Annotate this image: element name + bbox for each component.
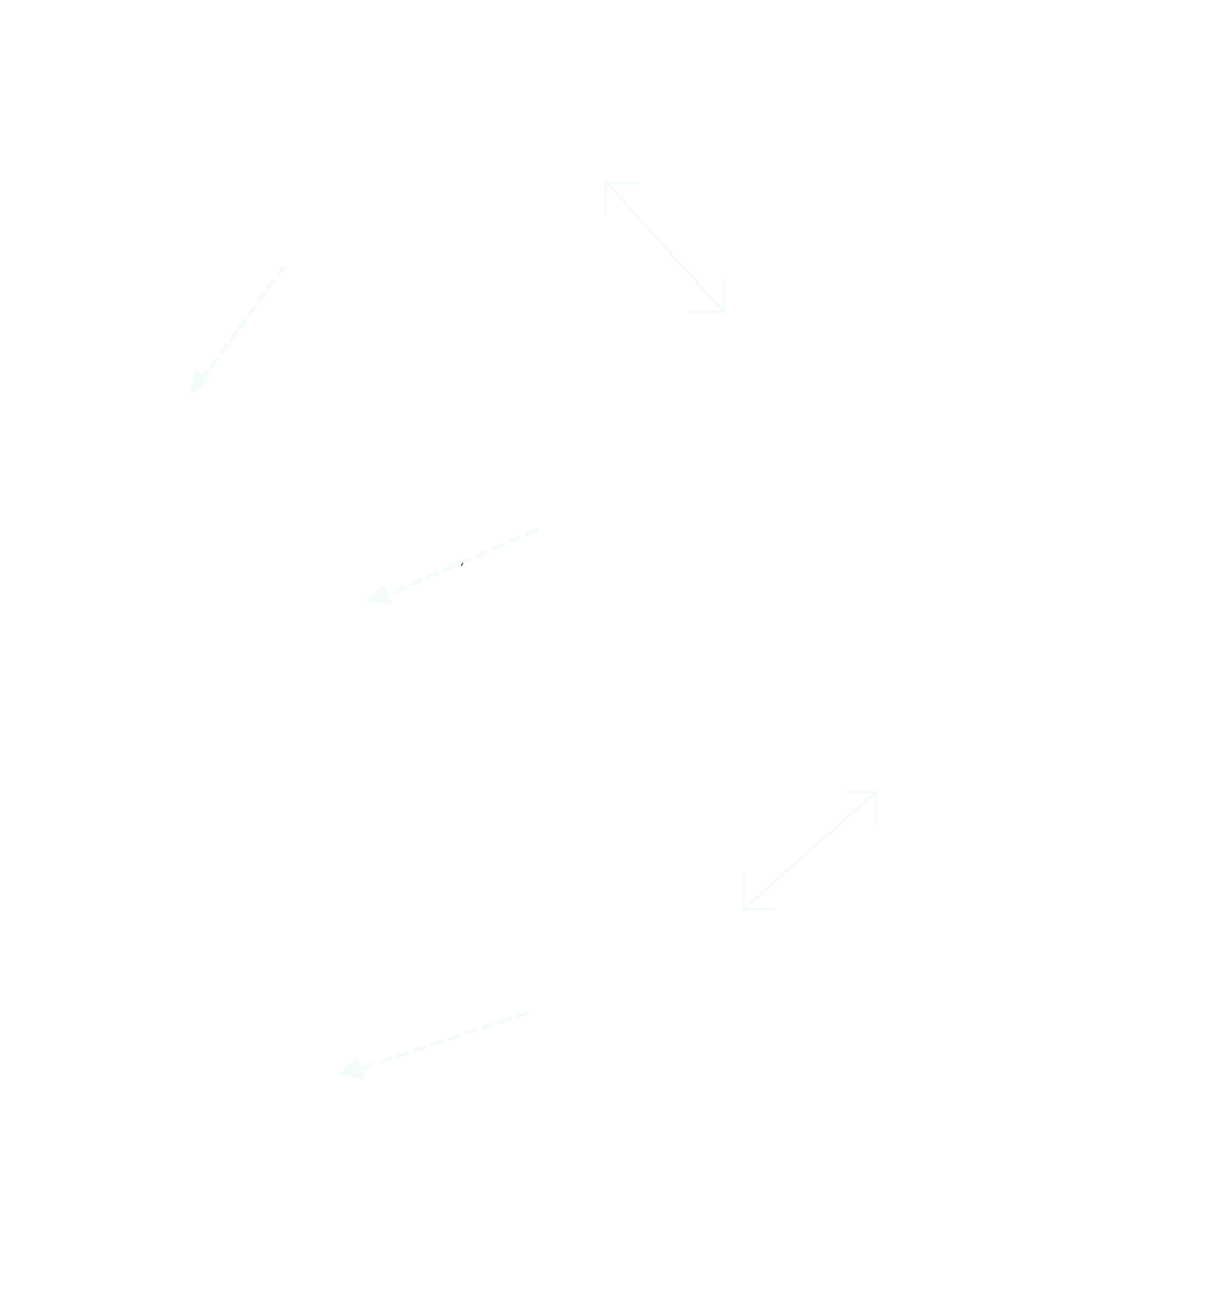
dashed-arrow-upper-left [190, 266, 285, 394]
double-arrow-lower-right [742, 790, 878, 911]
diagram-canvas [0, 0, 1217, 1294]
double-arrow-lower-right-shaft [744, 791, 877, 909]
dashed-arrow-bottom-head [338, 1058, 366, 1080]
double-arrow-upper-right [604, 181, 726, 314]
diagram-svg [190, 181, 878, 1080]
dashed-arrow-bottom-shaft [360, 1011, 529, 1070]
dashed-arrow-bottom [338, 1011, 529, 1080]
double-arrow-upper-right-shaft [606, 182, 724, 312]
dashed-arrow-middle [366, 528, 538, 604]
dashed-arrow-upper-left-shaft [201, 266, 285, 380]
dashed-arrow-middle-head [366, 584, 392, 604]
dashed-arrow-middle-shaft [388, 528, 538, 596]
